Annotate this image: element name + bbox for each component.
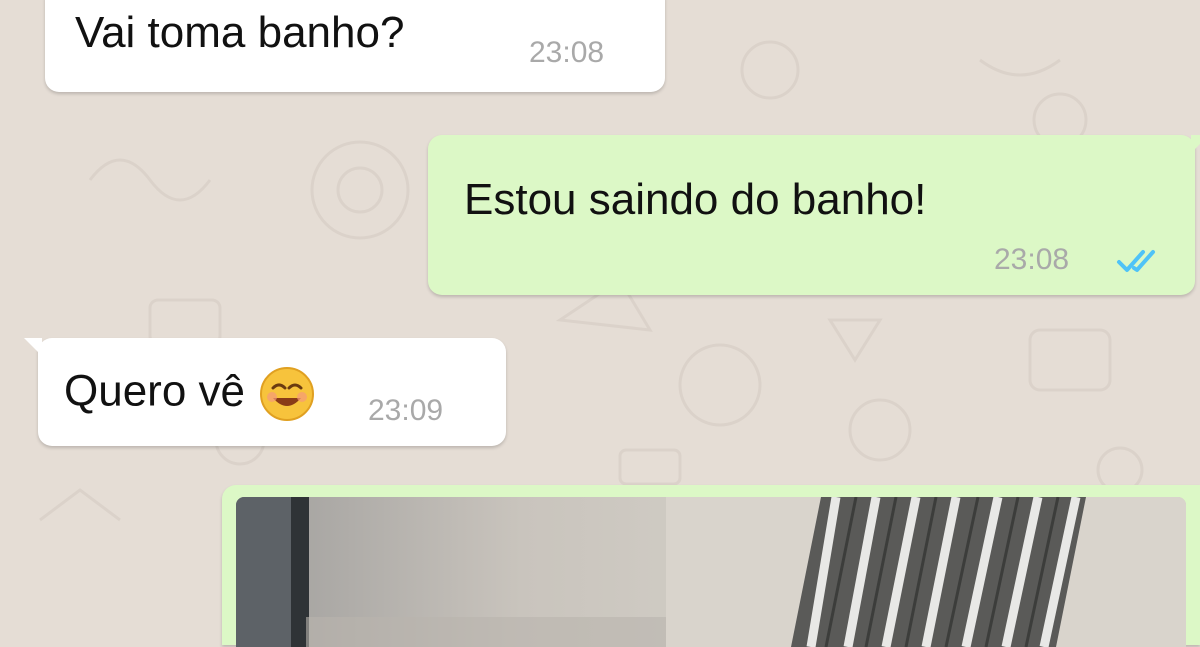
message-time: 23:08 (994, 243, 1070, 276)
bubble-tail (1191, 135, 1200, 153)
message-text: Vai toma banho? (75, 8, 405, 57)
message-text: Quero vê (64, 366, 315, 422)
message-bubble-outgoing[interactable]: Estou saindo do banho! 23:08 (428, 135, 1200, 295)
message-bubble-incoming[interactable]: Vai toma banho? 23:08 (31, 0, 665, 92)
message-bubble-incoming[interactable]: Quero vê 23:09 (24, 338, 506, 446)
image-message-bubble[interactable] (222, 485, 1200, 647)
message-time: 23:08 (529, 36, 605, 69)
message-time: 23:09 (368, 394, 444, 427)
shared-photo[interactable] (236, 497, 1186, 647)
message-text: Estou saindo do banho! (464, 175, 927, 224)
bubble-tail (24, 338, 42, 356)
message-text-content: Quero vê (64, 366, 245, 416)
chat-area: Vai toma banho? 23:08 Estou saindo do ba… (0, 0, 1200, 647)
double-check-icon (1117, 250, 1155, 272)
photo-content (236, 497, 1186, 647)
bubble-tail (31, 0, 49, 4)
smiling-face-icon (259, 367, 314, 421)
